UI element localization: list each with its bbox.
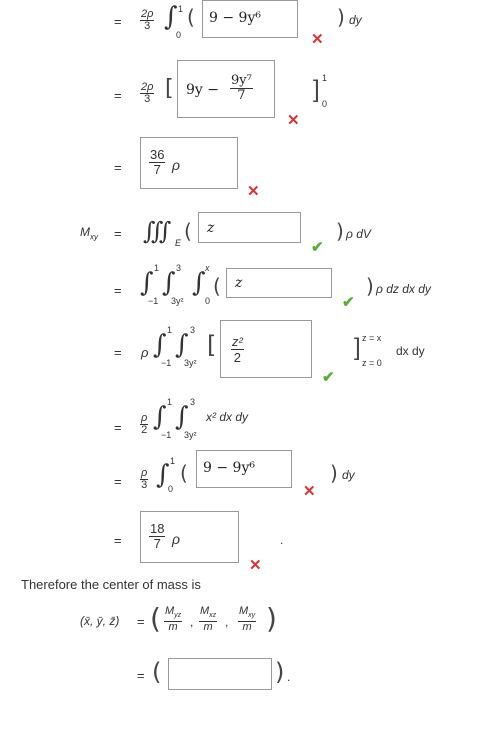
integral-sign-1: ∫	[153, 330, 167, 360]
fraction-myz: Myz m	[164, 605, 183, 634]
equals-sign: =	[114, 533, 122, 548]
close-paren: )	[337, 5, 345, 29]
equals-sign: =	[137, 614, 145, 629]
differential: ρ dz dx dy	[376, 282, 431, 296]
open-paren: (	[180, 461, 188, 485]
conclusion-text: Therefore the center of mass is	[21, 577, 201, 592]
fraction: 9y⁷ 7	[230, 73, 253, 103]
evaluation-upper: z = x	[362, 333, 382, 343]
open-paren: (	[184, 219, 192, 243]
answer-input-integrand-2[interactable]: 9 − 9y⁶	[196, 450, 292, 488]
differential: dy	[349, 13, 362, 27]
equals-sign: =	[114, 160, 122, 175]
integral-upper-limit: 1	[178, 4, 184, 14]
integral-sign-2: ∫	[175, 402, 189, 432]
close-paren: )	[366, 274, 374, 298]
incorrect-mark-icon: ✕	[247, 183, 260, 200]
incorrect-mark-icon: ✕	[287, 112, 300, 129]
answer-input-inner-antiderivative[interactable]: z² 2	[220, 320, 312, 378]
equals-sign: =	[114, 420, 122, 435]
differential: dy	[342, 468, 355, 482]
close-bracket: ]	[354, 334, 361, 361]
integral-sign-2: ∫	[175, 330, 189, 360]
coefficient: 2ρ 3	[140, 81, 155, 105]
integral-lower-limit: 0	[176, 30, 182, 40]
integral-sign-3: ∫	[192, 268, 206, 298]
coefficient: ρ 2	[140, 412, 149, 436]
density-symbol: ρ	[141, 345, 149, 360]
fraction: z² 2	[231, 334, 244, 365]
correct-mark-icon: ✔	[342, 294, 355, 311]
trailing-period: .	[280, 533, 284, 547]
correct-mark-icon: ✔	[322, 369, 335, 386]
integral-lower-limit: 0	[168, 484, 174, 494]
integrand: x² dx dy	[206, 410, 249, 424]
equals-sign: =	[114, 283, 122, 298]
equals-sign: =	[114, 88, 122, 103]
integral-sign: ∫	[164, 2, 178, 32]
answer-input-result[interactable]: 36 7 ρ	[140, 137, 238, 189]
open-paren: (	[150, 602, 161, 635]
equals-sign: =	[114, 474, 122, 489]
differential: dx dy	[396, 344, 425, 358]
answer-input-integrand[interactable]: 9 − 9y⁶	[202, 0, 298, 38]
correct-mark-icon: ✔	[311, 239, 324, 256]
center-of-mass-coordinates: (x̄, ȳ, z̄)	[80, 614, 120, 628]
moment-label: Mxy	[80, 225, 98, 242]
open-bracket: [	[165, 76, 174, 101]
fraction-mxz: Mxz m	[199, 605, 218, 634]
equals-sign: =	[114, 226, 122, 241]
evaluation-lower: z = 0	[362, 358, 382, 368]
bracket-lower-limit: 0	[322, 99, 328, 109]
close-paren: )	[266, 602, 277, 635]
equals-sign: =	[114, 345, 122, 360]
coefficient: ρ 3	[140, 467, 149, 491]
triple-integral-sign: ∭	[143, 217, 172, 245]
trailing-period: .	[287, 670, 291, 684]
coefficient: 2ρ 3	[140, 8, 155, 32]
fraction: 18 7	[149, 521, 166, 551]
integral-sign-1: ∫	[140, 268, 154, 298]
close-bracket: ]	[313, 76, 320, 103]
differential: ρ dV	[346, 227, 371, 241]
bracket-upper-limit: 1	[322, 73, 328, 83]
incorrect-mark-icon: ✕	[249, 557, 262, 574]
open-paren: (	[213, 274, 221, 298]
close-paren: )	[336, 219, 344, 243]
incorrect-mark-icon: ✕	[311, 31, 324, 48]
open-paren: (	[152, 658, 162, 686]
fraction-mxy: Mxy m	[238, 605, 257, 634]
integral-sign-2: ∫	[162, 268, 176, 298]
equals-sign: =	[137, 668, 145, 683]
close-paren: )	[275, 658, 285, 686]
equals-sign: =	[114, 14, 122, 29]
answer-input-center-of-mass[interactable]	[168, 658, 272, 690]
answer-input-antiderivative[interactable]: 9y − 9y⁷ 7	[177, 60, 275, 118]
integral-upper-limit: 1	[170, 456, 176, 466]
open-bracket: [	[207, 331, 217, 359]
fraction: 36 7	[149, 147, 166, 177]
integral-region: E	[175, 238, 182, 248]
answer-input-triple-integrand[interactable]: z	[198, 212, 301, 243]
answer-input-iterated-integrand[interactable]: z	[226, 268, 332, 298]
open-paren: (	[187, 5, 195, 29]
close-paren: )	[330, 461, 338, 485]
integral-sign-1: ∫	[153, 402, 167, 432]
answer-input-moment-result[interactable]: 18 7 ρ	[140, 511, 239, 563]
incorrect-mark-icon: ✕	[303, 483, 316, 500]
